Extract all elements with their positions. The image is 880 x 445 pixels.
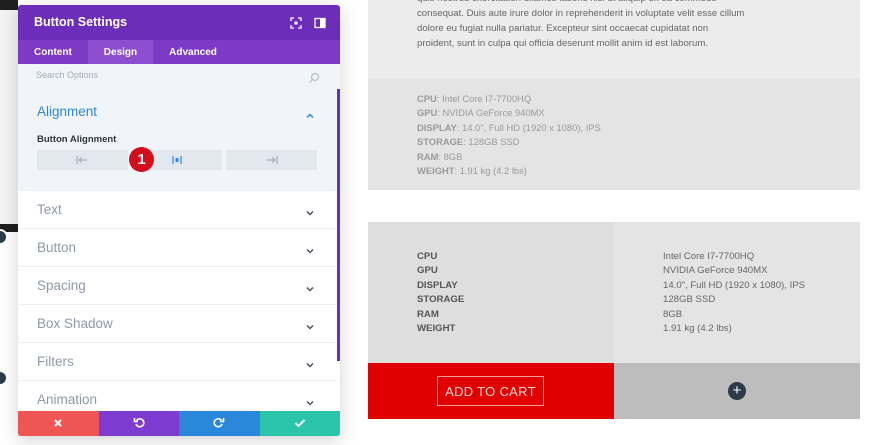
discard-button[interactable] <box>18 411 99 436</box>
section-title: Spacing <box>37 278 86 293</box>
align-left-button[interactable] <box>37 150 128 170</box>
alignment-options <box>37 150 318 170</box>
redo-button[interactable] <box>179 411 260 436</box>
spec-label: STORAGE <box>417 294 465 306</box>
section-alignment: Alignment Button Alignment 1 <box>18 89 337 190</box>
search-icon[interactable] <box>308 71 320 83</box>
spec-list-item: STORAGE: 128GB SSD <box>417 136 520 148</box>
spec-table-values: Intel Core I7-7700HQ NVIDIA GeForce 940M… <box>663 250 805 336</box>
spec-table-row: CPU GPU DISPLAY STORAGE RAM WEIGHT Intel… <box>368 222 860 363</box>
spec-label: GPU <box>417 265 438 277</box>
modal-tabs: Content Design Advanced <box>18 40 340 64</box>
spec-list-item: GPU: NVIDIA GeForce 940MX <box>417 107 545 119</box>
product-image <box>0 0 18 232</box>
tab-advanced[interactable]: Advanced <box>153 40 233 64</box>
add-module-button[interactable]: + <box>728 382 746 400</box>
section-title: Box Shadow <box>37 316 113 331</box>
description-text: quis nostrud exercitation ullamco labori… <box>417 0 745 49</box>
save-button[interactable] <box>259 411 340 436</box>
chevron-down-icon <box>305 357 315 368</box>
discard-icon <box>53 415 63 433</box>
section-filters[interactable]: Filters <box>18 342 337 380</box>
focus-mode-icon[interactable] <box>290 16 302 29</box>
spec-list-item: RAM: 8GB <box>417 150 463 162</box>
chevron-down-icon <box>305 319 315 330</box>
modal-footer <box>18 411 340 436</box>
tab-design[interactable]: Design <box>87 40 154 64</box>
scrollbar[interactable] <box>337 89 340 361</box>
undo-icon <box>133 415 145 433</box>
button-settings-modal: Button Settings Content Design Advanced … <box>18 5 340 436</box>
spec-value: Intel Core I7-7700HQ <box>663 251 755 262</box>
spec-list-item: DISPLAY: 14.0", Full HD (1920 x 1080), I… <box>417 121 601 133</box>
spec-list-item: WEIGHT: 1.91 kg (4.2 lbs) <box>417 165 527 177</box>
section-title[interactable]: Alignment <box>37 104 97 119</box>
spec-value: 128GB SSD <box>663 294 716 306</box>
align-right-button[interactable] <box>226 150 318 170</box>
section-text[interactable]: Text <box>18 190 337 228</box>
spec-label: WEIGHT <box>417 323 456 335</box>
save-icon <box>294 415 306 433</box>
empty-column: + <box>614 363 860 419</box>
search-bar <box>18 64 340 89</box>
step-badge: 1 <box>129 147 154 172</box>
tab-content[interactable]: Content <box>18 40 88 64</box>
add-to-cart-button[interactable]: ADD TO CART <box>437 376 544 406</box>
section-box-shadow[interactable]: Box Shadow <box>18 304 337 342</box>
button-alignment-label: Button Alignment <box>37 134 117 145</box>
undo-button[interactable] <box>98 411 179 436</box>
section-title: Animation <box>37 392 98 407</box>
section-title: Filters <box>37 354 74 369</box>
spec-value: 8GB <box>663 308 683 320</box>
chevron-down-icon <box>305 395 315 406</box>
chevron-down-icon <box>305 205 315 216</box>
chevron-up-icon[interactable] <box>305 108 315 119</box>
section-title: Text <box>37 202 62 217</box>
search-input[interactable] <box>36 70 296 80</box>
spec-list: CPU: Intel Core I7-7700HQ GPU: NVIDIA Ge… <box>417 92 601 178</box>
spec-value: 1.91 kg (4.2 lbs) <box>663 323 732 335</box>
section-spacing[interactable]: Spacing <box>18 266 337 304</box>
spec-label: RAM <box>417 308 439 320</box>
section-button[interactable]: Button <box>18 228 337 266</box>
cart-column: ADD TO CART <box>368 363 614 419</box>
redo-icon <box>213 415 225 433</box>
spec-value: NVIDIA GeForce 940MX <box>663 265 768 277</box>
chevron-down-icon <box>305 243 315 254</box>
spec-label: DISPLAY <box>417 279 458 291</box>
section-divider <box>368 190 860 222</box>
section-title: Button <box>37 240 77 255</box>
spec-list-card: CPU: Intel Core I7-7700HQ GPU: NVIDIA Ge… <box>368 78 860 190</box>
options-panel: Alignment Button Alignment 1 Text Button… <box>18 89 340 411</box>
chevron-down-icon <box>305 281 315 292</box>
modal-title: Button Settings <box>34 15 128 29</box>
spec-value: 14.0", Full HD (1920 x 1080), IPS <box>663 279 806 291</box>
spec-label: CPU <box>417 251 438 262</box>
sidebar-toggle-icon[interactable] <box>314 16 326 29</box>
spec-table-labels: CPU GPU DISPLAY STORAGE RAM WEIGHT <box>417 250 464 336</box>
description-card: quis nostrud exercitation ullamco labori… <box>368 0 860 78</box>
spec-list-item: CPU: Intel Core I7-7700HQ <box>417 93 532 104</box>
modal-header[interactable]: Button Settings <box>18 5 340 40</box>
